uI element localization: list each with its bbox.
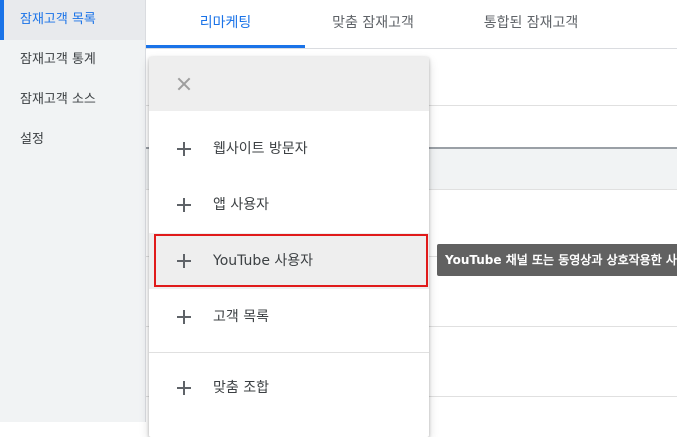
sidebar-item-label: 설정 [20,132,44,147]
menu-item-label: 고객 목록 [213,309,269,325]
sidebar-item-audience-insights[interactable]: 잠재고객 통계 [0,40,145,80]
menu-item-label: 맞춤 조합 [213,380,269,396]
plus-icon [177,381,191,395]
menu-item-customer-list[interactable]: 고객 목록 [149,289,429,345]
plus-icon [177,310,191,324]
menu-item-youtube-users[interactable]: YouTube 사용자 [149,233,429,289]
menu-divider [149,352,429,353]
menu-item-app-users[interactable]: 앱 사용자 [149,177,429,233]
menu-item-label: 웹사이트 방문자 [213,141,308,157]
tab-bar: 리마케팅 맞춤 잠재고객 통합된 잠재고객 [146,0,677,49]
sidebar-item-settings[interactable]: 설정 [0,120,145,160]
tab-remarketing[interactable]: 리마케팅 [146,0,305,48]
menu-item-label: YouTube 사용자 [213,253,314,269]
sidebar-item-label: 잠재고객 통계 [20,52,96,67]
sidebar-item-label: 잠재고객 소스 [20,92,96,107]
menu-header [149,57,429,111]
plus-icon [177,254,191,268]
tooltip: YouTube 채널 또는 동영상과 상호작용한 사 [437,244,677,276]
audience-type-menu: 웹사이트 방문자 앱 사용자 YouTube 사용자 고객 목록 맞춤 조합 [149,57,429,437]
plus-icon [177,198,191,212]
tab-combined-audiences[interactable]: 통합된 잠재고객 [456,0,606,48]
plus-icon [177,142,191,156]
menu-item-custom-combination[interactable]: 맞춤 조합 [149,360,429,416]
sidebar-item-audience-sources[interactable]: 잠재고객 소스 [0,80,145,120]
menu-item-label: 앱 사용자 [213,197,269,213]
menu-item-website-visitors[interactable]: 웹사이트 방문자 [149,121,429,177]
tab-custom-audiences[interactable]: 맞춤 잠재고객 [308,0,438,48]
sidebar-item-audience-lists[interactable]: 잠재고객 목록 [0,0,145,40]
sidebar-item-label: 잠재고객 목록 [20,12,96,27]
sidebar: 잠재고객 목록 잠재고객 통계 잠재고객 소스 설정 [0,0,146,422]
close-icon[interactable] [176,76,192,92]
